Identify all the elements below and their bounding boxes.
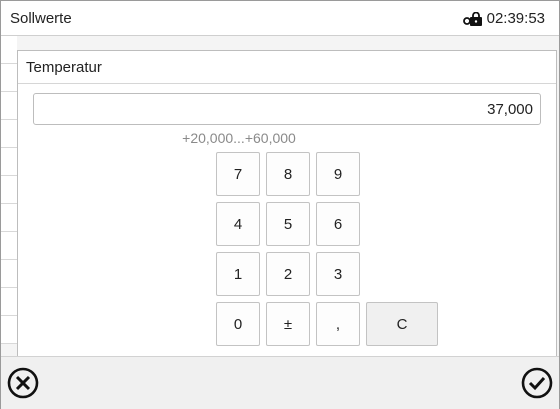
- key-2[interactable]: 2: [266, 252, 310, 296]
- lock-icon: [462, 11, 483, 26]
- cancel-circle-icon: [7, 367, 39, 399]
- background-list: [1, 36, 17, 356]
- key-6[interactable]: 6: [316, 202, 360, 246]
- key-4[interactable]: 4: [216, 202, 260, 246]
- key-3[interactable]: 3: [316, 252, 360, 296]
- screen-frame: Sollwerte 02:39:53 Temperatur 37,000 +20…: [0, 0, 560, 409]
- key-9[interactable]: 9: [316, 152, 360, 196]
- dialog-title: Temperatur: [18, 51, 556, 84]
- top-bar: Sollwerte 02:39:53: [1, 1, 559, 36]
- key-plus-minus[interactable]: ±: [266, 302, 310, 346]
- screen-title: Sollwerte: [10, 10, 72, 27]
- key-clear[interactable]: C: [366, 302, 438, 346]
- cancel-button[interactable]: [5, 365, 41, 401]
- check-circle-icon: [521, 367, 553, 399]
- key-1[interactable]: 1: [216, 252, 260, 296]
- key-7[interactable]: 7: [216, 152, 260, 196]
- key-5[interactable]: 5: [266, 202, 310, 246]
- confirm-button[interactable]: [519, 365, 555, 401]
- key-0[interactable]: 0: [216, 302, 260, 346]
- input-dialog: Temperatur 37,000 +20,000...+60,000 7 8 …: [17, 50, 557, 357]
- status-area: 02:39:53: [462, 10, 545, 27]
- bottom-bar: [1, 356, 559, 409]
- range-hint: +20,000...+60,000: [182, 130, 296, 146]
- value-input[interactable]: 37,000: [33, 93, 541, 125]
- key-8[interactable]: 8: [266, 152, 310, 196]
- clock-time: 02:39:53: [486, 10, 545, 27]
- key-comma[interactable]: ,: [316, 302, 360, 346]
